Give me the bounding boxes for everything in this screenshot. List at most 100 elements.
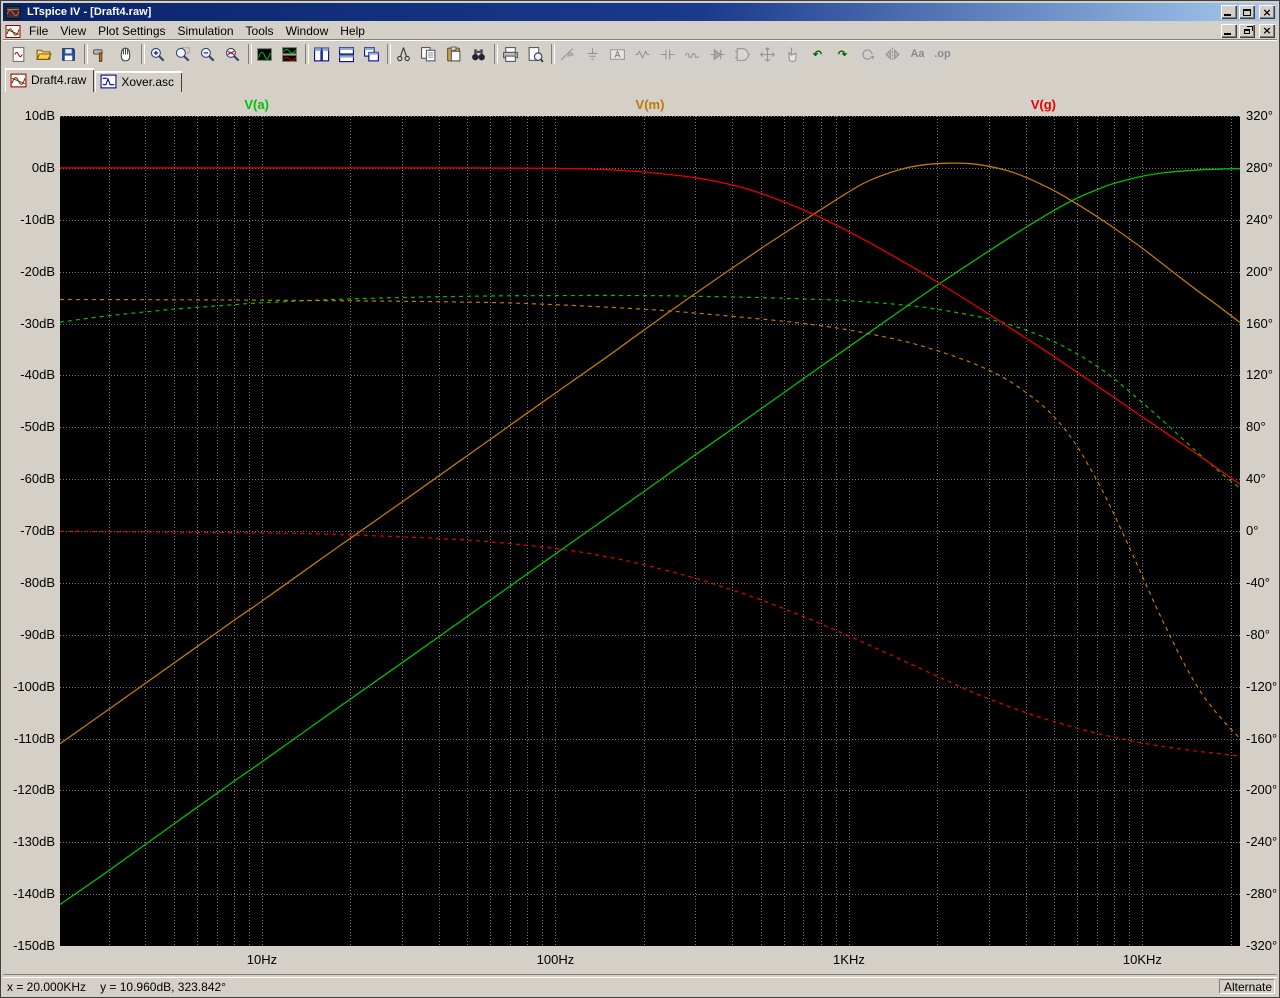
y-right-tick: 120° bbox=[1246, 367, 1273, 383]
menu-view[interactable]: View bbox=[54, 22, 92, 40]
y-left-tick: 0dB bbox=[31, 159, 55, 175]
child-document-icon bbox=[5, 23, 21, 39]
trace-label-V(m)[interactable]: V(m) bbox=[636, 97, 665, 112]
net-label-button bbox=[605, 42, 630, 66]
cascade-icon bbox=[363, 46, 380, 63]
text-icon: Aa bbox=[910, 48, 925, 60]
app-maximize-button[interactable] bbox=[1239, 5, 1255, 19]
move-icon bbox=[759, 46, 776, 63]
find-button[interactable] bbox=[466, 42, 491, 66]
halt-button[interactable] bbox=[113, 42, 138, 66]
trace-label-V(a)[interactable]: V(a) bbox=[244, 97, 269, 112]
x-tick: 100Hz bbox=[536, 952, 575, 967]
cut-icon bbox=[395, 46, 412, 63]
zoom-full-button[interactable] bbox=[220, 42, 245, 66]
tile-horizontal-button[interactable] bbox=[334, 42, 359, 66]
paste-icon bbox=[445, 46, 462, 63]
trace-phase-V(g) bbox=[60, 530, 1240, 757]
y-right-tick: -320° bbox=[1246, 938, 1278, 953]
mirror-icon bbox=[884, 46, 901, 63]
diode-button bbox=[705, 42, 730, 66]
toolbar-separator bbox=[384, 43, 391, 65]
app-close-button[interactable]: × bbox=[1259, 5, 1275, 19]
plot-area[interactable] bbox=[60, 116, 1240, 946]
titlebar[interactable]: LTspice IV - [Draft4.raw] × bbox=[3, 3, 1277, 21]
tab-label: Xover.asc bbox=[121, 74, 175, 89]
capacitor-button bbox=[655, 42, 680, 66]
cascade-button[interactable] bbox=[359, 42, 384, 66]
menu-simulation[interactable]: Simulation bbox=[172, 22, 240, 40]
y-left-tick: -110dB bbox=[14, 730, 55, 746]
autorange-button[interactable] bbox=[252, 42, 277, 66]
y-left-tick: 10dB bbox=[24, 108, 55, 123]
tile-horizontal-icon bbox=[338, 46, 355, 63]
child-close-button[interactable]: × bbox=[1259, 23, 1275, 38]
y-right-tick: -80° bbox=[1246, 626, 1270, 642]
text-button: Aa bbox=[905, 42, 930, 66]
plot-canvas[interactable] bbox=[60, 116, 1240, 946]
y-left-tick: -150dB bbox=[13, 938, 55, 953]
zoom-out-button[interactable] bbox=[195, 42, 220, 66]
print-preview-icon bbox=[527, 46, 544, 63]
inductor-icon bbox=[684, 46, 701, 63]
menu-help[interactable]: Help bbox=[334, 22, 371, 40]
toolbar: ↶ ↷ Aa .op bbox=[3, 40, 1277, 67]
toolbar-separator bbox=[548, 43, 555, 65]
paste-button[interactable] bbox=[441, 42, 466, 66]
tab-xover.asc[interactable]: Xover.asc bbox=[95, 71, 183, 92]
redo-button[interactable]: ↷ bbox=[830, 42, 855, 66]
component-button bbox=[730, 42, 755, 66]
y-left-tick: -40dB bbox=[20, 367, 55, 383]
y-left-tick: -20dB bbox=[20, 263, 55, 279]
print-button[interactable] bbox=[498, 42, 523, 66]
spice-directive-button: .op bbox=[930, 42, 955, 66]
zoom-box-button[interactable] bbox=[170, 42, 195, 66]
trace-magnitude-V(a) bbox=[60, 168, 1240, 906]
rotate-icon bbox=[859, 46, 876, 63]
new-schematic-button[interactable] bbox=[6, 42, 31, 66]
y-left-tick: -10dB bbox=[20, 211, 55, 227]
app-minimize-button[interactable] bbox=[1221, 5, 1237, 19]
y-right-tick: -40° bbox=[1246, 574, 1270, 590]
undo-icon: ↶ bbox=[812, 48, 823, 61]
copy-button[interactable] bbox=[416, 42, 441, 66]
redo-icon: ↷ bbox=[837, 48, 848, 61]
menu-file[interactable]: File bbox=[23, 22, 54, 40]
undo-button[interactable]: ↶ bbox=[805, 42, 830, 66]
y-left-tick: -130dB bbox=[13, 834, 55, 850]
child-restore-button[interactable] bbox=[1239, 23, 1255, 38]
drag-icon bbox=[784, 46, 801, 63]
y-right-tick: 40° bbox=[1246, 471, 1266, 487]
resistor-icon bbox=[634, 46, 651, 63]
toolbar-separator bbox=[81, 43, 88, 65]
x-tick: 10Hz bbox=[246, 952, 278, 967]
toolbar-separator bbox=[138, 43, 145, 65]
control-panel-button[interactable] bbox=[88, 42, 113, 66]
tab-label: Draft4.raw bbox=[31, 73, 87, 87]
menu-window[interactable]: Window bbox=[280, 22, 335, 40]
y-right-tick: 200° bbox=[1246, 263, 1273, 279]
copy-icon bbox=[420, 46, 437, 63]
menu-plot-settings[interactable]: Plot Settings bbox=[92, 22, 171, 40]
tabbar: Draft4.raw Xover.asc bbox=[3, 67, 1277, 92]
trace-label-V(g)[interactable]: V(g) bbox=[1031, 97, 1056, 112]
y-left-tick: -60dB bbox=[20, 471, 55, 487]
save-button[interactable] bbox=[56, 42, 81, 66]
y-right-tick: 320° bbox=[1246, 108, 1273, 123]
zoom-full-icon bbox=[224, 46, 241, 63]
zoom-in-icon bbox=[149, 46, 166, 63]
tile-vertical-button[interactable] bbox=[309, 42, 334, 66]
print-preview-button[interactable] bbox=[523, 42, 548, 66]
child-minimize-button[interactable] bbox=[1221, 23, 1237, 38]
cut-button[interactable] bbox=[391, 42, 416, 66]
find-icon bbox=[470, 46, 487, 63]
y-left-tick: -140dB bbox=[13, 886, 55, 902]
add-plot-pane-button[interactable] bbox=[277, 42, 302, 66]
minimize-icon bbox=[1224, 14, 1231, 16]
menu-tools[interactable]: Tools bbox=[240, 22, 280, 40]
zoom-in-button[interactable] bbox=[145, 42, 170, 66]
resistor-button bbox=[630, 42, 655, 66]
open-button[interactable] bbox=[31, 42, 56, 66]
tab-draft4.raw[interactable]: Draft4.raw bbox=[5, 68, 95, 92]
restore-icon bbox=[1244, 29, 1250, 34]
